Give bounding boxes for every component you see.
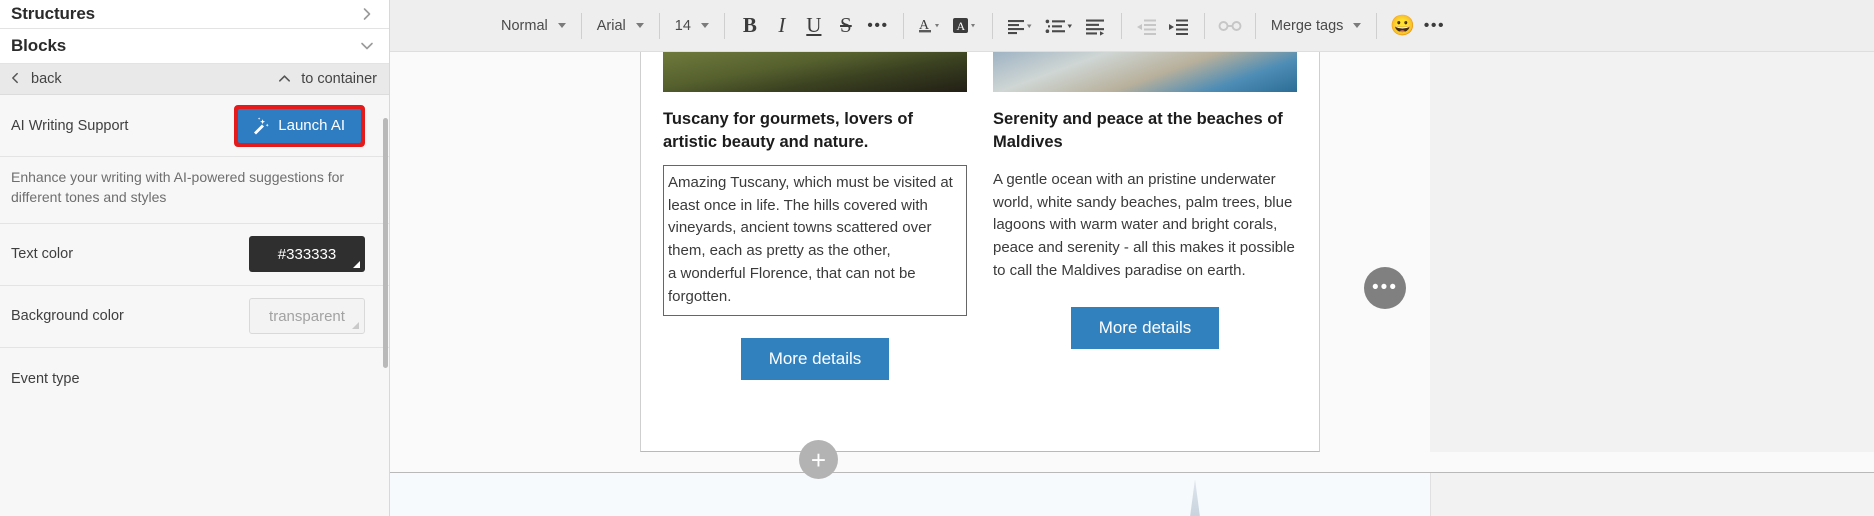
merge-tags-select[interactable]: Merge tags [1265,18,1368,34]
column-right: Serenity and peace at the beaches of Mal… [993,52,1297,451]
column-right-body[interactable]: A gentle ocean with an pristine underwat… [993,169,1297,283]
toolbar-divider [723,12,725,39]
launch-ai-button[interactable]: Launch AI [238,108,361,143]
canvas-bottom-strip [390,472,1874,516]
more-details-button-left[interactable]: More details [740,337,890,380]
background-color-value: transparent [269,307,345,325]
sidebar-section-blocks-label: Blocks [11,36,67,55]
highlight-color-icon[interactable]: A [947,10,983,42]
add-block-button[interactable]: + [799,440,838,479]
toolbar-divider [1376,12,1378,39]
font-size-select[interactable]: 14 [669,10,715,42]
property-row-event-type: Event type [0,347,389,410]
line-height-icon[interactable] [1080,10,1112,42]
canvas-bottom-right-pane [1430,473,1874,516]
email-page: Tuscany for gourmets, lovers of artistic… [640,52,1320,452]
text-color-swatch[interactable]: #333333 [249,236,365,273]
editor-area: Normal Arial 14 B I U S ••• A A Merge ta… [390,0,1874,516]
toolbar-divider [1254,12,1256,39]
chevron-down-icon [635,23,644,28]
paragraph-style-value: Normal [501,17,548,34]
chevron-down-icon [557,23,566,28]
sidebar-section-blocks[interactable]: Blocks [0,29,389,64]
sidebar-scrollbar[interactable] [383,118,388,368]
magic-wand-icon [250,116,270,136]
italic-button[interactable]: I [766,10,798,42]
toolbar-divider [902,12,904,39]
block-more-options-button[interactable]: ••• [1364,267,1406,309]
property-row-ai-writing-support: AI Writing Support Launch AI [0,95,389,157]
text-color-label: Text color [11,246,74,263]
column-left-title: Tuscany for gourmets, lovers of artistic… [663,110,913,152]
strikethrough-button[interactable]: S [830,10,862,42]
decorative-spire [1190,479,1200,516]
column-right-title: Serenity and peace at the beaches of Mal… [993,110,1283,152]
outdent-icon[interactable] [1131,10,1163,42]
swatch-corner-icon [352,322,359,330]
tuscany-vineyard-photo [663,52,967,92]
chevron-down-icon[interactable] [359,38,375,54]
indent-icon[interactable] [1163,10,1195,42]
sidebar-section-structures[interactable]: Structures [0,0,389,29]
property-row-text-color: Text color #333333 [0,223,389,286]
column-left: Tuscany for gourmets, lovers of artistic… [663,52,967,451]
toolbar-divider [1120,12,1122,39]
canvas-right-gutter [1430,52,1874,452]
two-column-block: Tuscany for gourmets, lovers of artistic… [641,52,1319,451]
bold-button[interactable]: B [734,10,766,42]
sidebar-section-structures-label: Structures [11,4,96,23]
email-canvas: Tuscany for gourmets, lovers of artistic… [390,52,1874,516]
merge-tags-label: Merge tags [1270,17,1344,34]
maldives-beach-photo [993,52,1297,92]
settings-sidebar: Structures Blocks back to container AI W… [0,0,390,516]
column-left-body[interactable]: Amazing Tuscany, which must be visited a… [663,164,967,316]
paragraph-style-select[interactable]: Normal [495,10,572,42]
align-left-icon[interactable] [1002,10,1040,42]
text-color-value: #333333 [277,245,337,263]
underline-button[interactable]: U [798,10,830,42]
toolbar-divider [580,12,582,39]
to-container-label: to container [301,71,377,87]
back-label: back [31,71,62,87]
background-color-swatch[interactable]: transparent [249,298,365,335]
ai-writing-support-label: AI Writing Support [11,117,129,134]
event-type-label: Event type [11,370,80,387]
launch-ai-highlight: Launch AI [234,104,365,147]
ai-writing-support-help: Enhance your writing with AI-powered sug… [0,157,389,224]
chevron-up-icon [277,71,293,87]
bulleted-list-icon[interactable] [1040,10,1080,42]
property-row-background-color: Background color transparent [0,285,389,348]
formatting-toolbar: Normal Arial 14 B I U S ••• A A Merge ta… [390,0,1874,52]
back-button[interactable]: back [8,71,62,87]
toolbar-divider [991,12,993,39]
font-color-icon[interactable]: A [913,10,947,42]
emoji-icon[interactable]: 😀 [1386,10,1418,42]
chevron-right-icon[interactable] [359,6,375,22]
font-size-value: 14 [674,17,691,34]
launch-ai-label: Launch AI [278,117,345,134]
ai-writing-support-help-text: Enhance your writing with AI-powered sug… [11,169,345,205]
svg-text:A: A [956,19,965,33]
toolbar-divider [658,12,660,39]
email-builder-app: Structures Blocks back to container AI W… [0,0,1874,516]
chevron-down-icon [700,23,709,28]
toolbar-divider [1203,12,1205,39]
to-container-button[interactable]: to container [277,71,377,87]
chevron-down-icon [1353,23,1362,28]
chevron-left-icon [8,71,24,87]
background-color-label: Background color [11,308,124,325]
breadcrumb-bar: back to container [0,64,389,95]
more-text-format-button[interactable]: ••• [862,10,894,42]
font-family-select[interactable]: Arial [591,10,650,42]
link-icon[interactable] [1214,10,1246,42]
swatch-corner-icon [353,261,360,269]
more-options-icon[interactable]: ••• [1418,10,1450,42]
more-details-button-right[interactable]: More details [1070,306,1220,349]
font-family-value: Arial [596,17,626,34]
